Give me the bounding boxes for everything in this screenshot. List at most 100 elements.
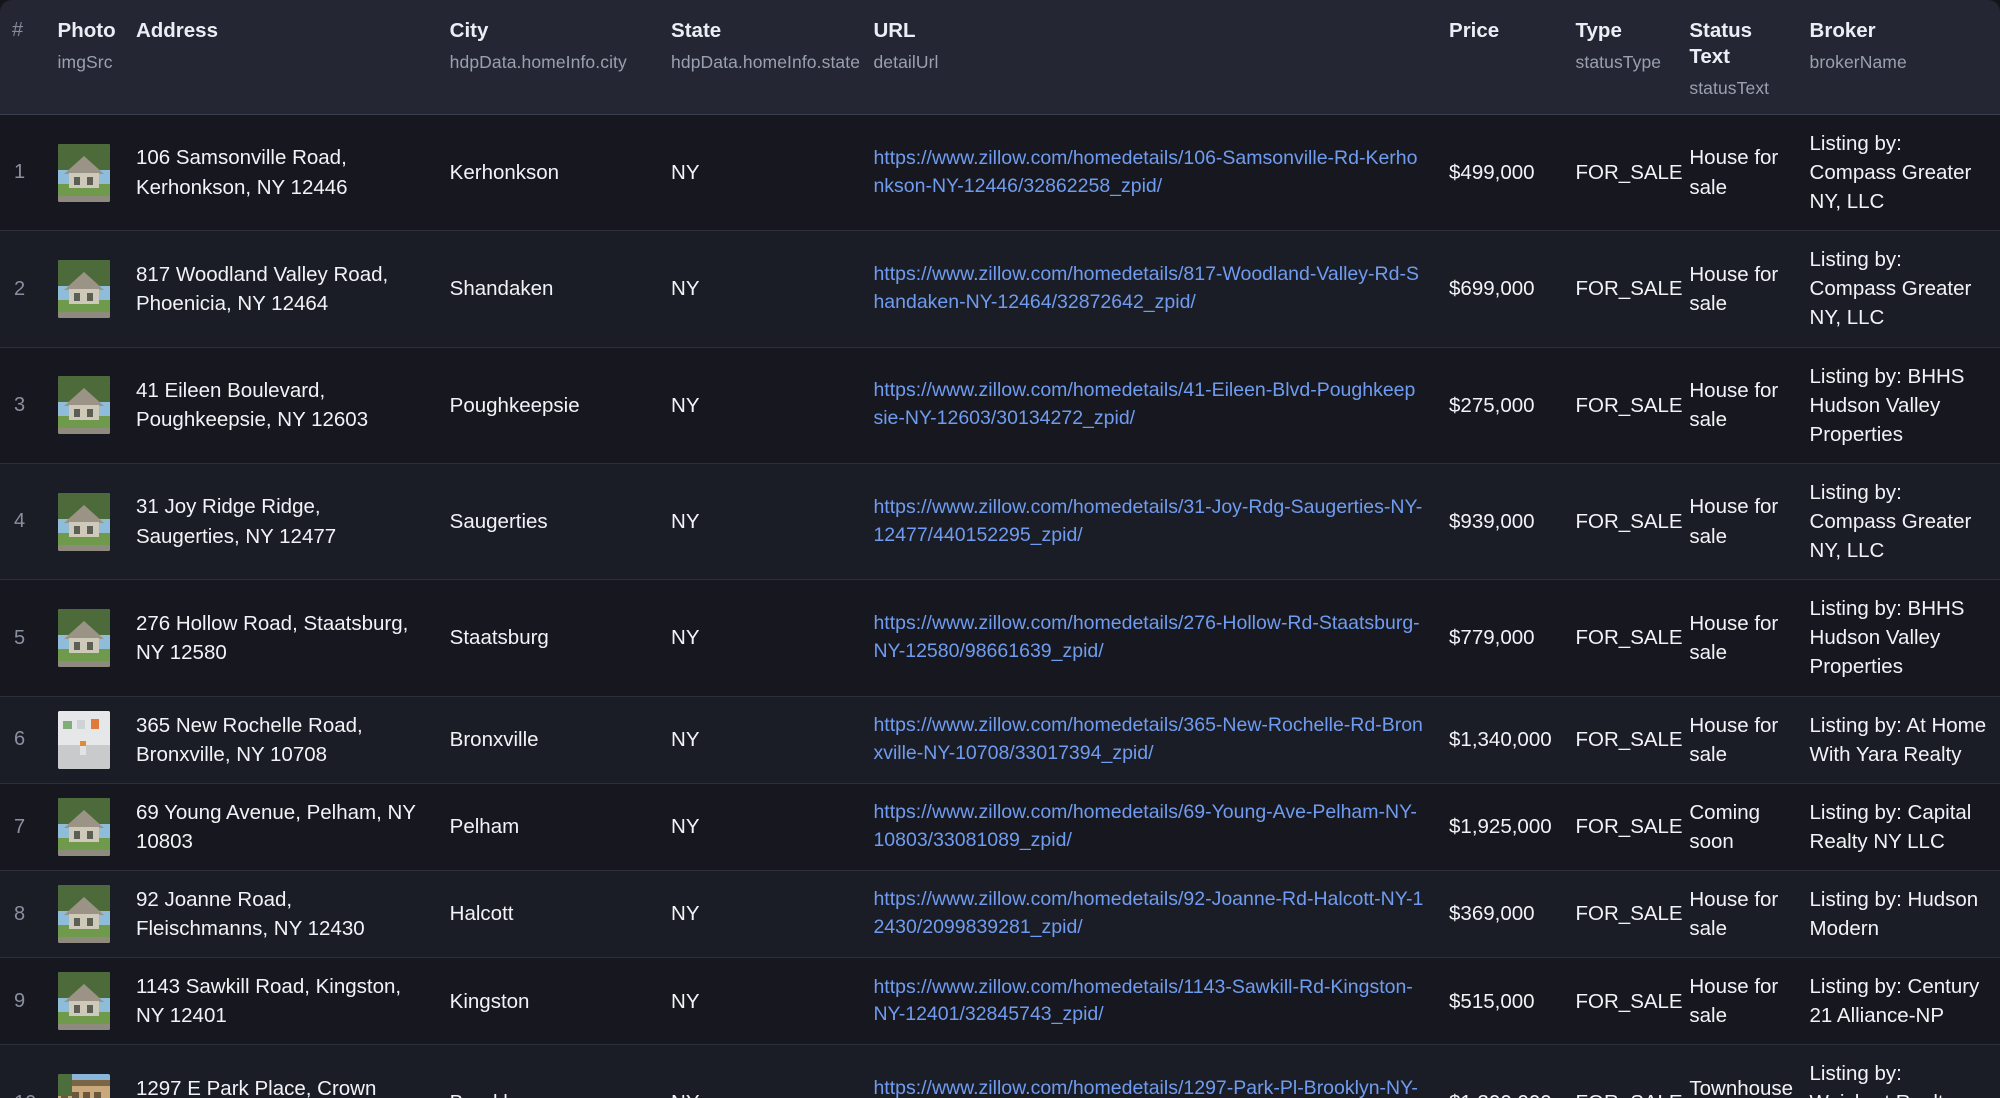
cell-price: $369,000 xyxy=(1437,870,1564,957)
interior-thumbnail xyxy=(58,711,110,769)
cell-status-text: House for sale xyxy=(1677,114,1797,230)
cell-url[interactable]: https://www.zillow.com/homedetails/106-S… xyxy=(861,114,1437,230)
cell-address: 106 Samsonville Road, Kerhonkson, NY 124… xyxy=(124,114,438,230)
cell-state: NY xyxy=(659,347,861,463)
cell-index: 1 xyxy=(0,114,46,230)
cell-status-text: Coming soon xyxy=(1677,783,1797,870)
townhouse-thumbnail xyxy=(58,1074,110,1098)
cell-address: 1297 E Park Place, Crown Heights, NY 112… xyxy=(124,1045,438,1098)
cell-url[interactable]: https://www.zillow.com/homedetails/276-H… xyxy=(861,580,1437,696)
table-row[interactable]: 3 41 Eileen Boulevard, Poughkeepsie, NY 1… xyxy=(0,347,2000,463)
table-row[interactable]: 6365 New Rochelle Road, Bronxville, NY 1… xyxy=(0,696,2000,783)
house-thumbnail xyxy=(58,144,110,202)
listings-table-page: # Photo imgSrc Address City hdpData.home… xyxy=(0,0,2000,1098)
cell-photo xyxy=(46,870,124,957)
cell-state: NY xyxy=(659,463,861,579)
cell-city: Kingston xyxy=(438,958,659,1045)
house-thumbnail xyxy=(58,493,110,551)
cell-url[interactable]: https://www.zillow.com/homedetails/41-Ei… xyxy=(861,347,1437,463)
column-header-city[interactable]: City hdpData.homeInfo.city xyxy=(438,0,659,114)
column-header-photo-sub: imgSrc xyxy=(58,51,112,73)
column-header-type-sub: statusType xyxy=(1576,51,1666,73)
table-row[interactable]: 10 1297 E Park Place, Crown Heights, NY 1… xyxy=(0,1045,2000,1098)
table-row[interactable]: 1 106 Samsonville Road, Kerhonkson, NY 12… xyxy=(0,114,2000,230)
listing-url-link[interactable]: https://www.zillow.com/homedetails/817-W… xyxy=(873,263,1419,313)
cell-url[interactable]: https://www.zillow.com/homedetails/69-Yo… xyxy=(861,783,1437,870)
cell-index: 10 xyxy=(0,1045,46,1098)
cell-city: Shandaken xyxy=(438,231,659,347)
listing-url-link[interactable]: https://www.zillow.com/homedetails/1297-… xyxy=(873,1077,1417,1098)
house-thumbnail xyxy=(58,376,110,434)
house-thumbnail xyxy=(58,972,110,1030)
column-header-type-label: Type xyxy=(1576,19,1622,42)
cell-type: FOR_SALE xyxy=(1564,958,1678,1045)
cell-status-text: House for sale xyxy=(1677,463,1797,579)
cell-index: 7 xyxy=(0,783,46,870)
cell-photo xyxy=(46,696,124,783)
listing-url-link[interactable]: https://www.zillow.com/homedetails/31-Jo… xyxy=(873,496,1422,546)
column-header-broker[interactable]: Broker brokerName xyxy=(1798,0,2000,114)
cell-type: FOR_SALE xyxy=(1564,463,1678,579)
cell-price: $939,000 xyxy=(1437,463,1564,579)
cell-photo xyxy=(46,580,124,696)
cell-status-text: House for sale xyxy=(1677,231,1797,347)
house-thumbnail xyxy=(58,798,110,856)
column-header-photo[interactable]: Photo imgSrc xyxy=(46,0,124,114)
cell-city: Poughkeepsie xyxy=(438,347,659,463)
cell-status-text: House for sale xyxy=(1677,347,1797,463)
column-header-price[interactable]: Price xyxy=(1437,0,1564,114)
house-thumbnail xyxy=(58,260,110,318)
cell-broker: Listing by: Compass Greater NY, LLC xyxy=(1798,463,2000,579)
cell-url[interactable]: https://www.zillow.com/homedetails/365-N… xyxy=(861,696,1437,783)
table-row[interactable]: 5276 Hollow Road, Staatsburg, NY 12580St… xyxy=(0,580,2000,696)
cell-url[interactable]: https://www.zillow.com/homedetails/1143-… xyxy=(861,958,1437,1045)
cell-broker: Listing by: Hudson Modern xyxy=(1798,870,2000,957)
cell-url[interactable]: https://www.zillow.com/homedetails/92-Jo… xyxy=(861,870,1437,957)
table-row[interactable]: 431 Joy Ridge Ridge, Saugerties, NY 1247… xyxy=(0,463,2000,579)
cell-photo xyxy=(46,463,124,579)
cell-index: 2 xyxy=(0,231,46,347)
listing-url-link[interactable]: https://www.zillow.com/homedetails/41-Ei… xyxy=(873,379,1415,429)
cell-price: $1,300,000 xyxy=(1437,1045,1564,1098)
cell-broker: Listing by: Capital Realty NY LLC xyxy=(1798,783,2000,870)
listing-url-link[interactable]: https://www.zillow.com/homedetails/92-Jo… xyxy=(873,888,1423,938)
cell-city: Brooklyn xyxy=(438,1045,659,1098)
column-header-type[interactable]: Type statusType xyxy=(1564,0,1678,114)
table-row[interactable]: 769 Young Avenue, Pelham, NY 10803Pelham… xyxy=(0,783,2000,870)
cell-photo xyxy=(46,231,124,347)
table-row[interactable]: 2817 Woodland Valley Road, Phoenicia, NY… xyxy=(0,231,2000,347)
cell-address: 41 Eileen Boulevard, Poughkeepsie, NY 12… xyxy=(124,347,438,463)
column-header-status-text-sub: statusText xyxy=(1689,77,1785,99)
column-header-state-sub: hdpData.homeInfo.state xyxy=(671,51,849,73)
column-header-state[interactable]: State hdpData.homeInfo.state xyxy=(659,0,861,114)
table-row[interactable]: 91143 Sawkill Road, Kingston, NY 12401Ki… xyxy=(0,958,2000,1045)
listing-url-link[interactable]: https://www.zillow.com/homedetails/1143-… xyxy=(873,976,1412,1026)
cell-price: $1,925,000 xyxy=(1437,783,1564,870)
cell-city: Saugerties xyxy=(438,463,659,579)
cell-index: 3 xyxy=(0,347,46,463)
listing-url-link[interactable]: https://www.zillow.com/homedetails/276-H… xyxy=(873,612,1419,662)
listing-url-link[interactable]: https://www.zillow.com/homedetails/365-N… xyxy=(873,714,1422,764)
cell-city: Bronxville xyxy=(438,696,659,783)
column-header-index[interactable]: # xyxy=(0,0,46,114)
table-row[interactable]: 892 Joanne Road, Fleischmanns, NY 12430H… xyxy=(0,870,2000,957)
column-header-url[interactable]: URL detailUrl xyxy=(861,0,1437,114)
cell-url[interactable]: https://www.zillow.com/homedetails/31-Jo… xyxy=(861,463,1437,579)
cell-photo xyxy=(46,114,124,230)
column-header-status-text[interactable]: Status Text statusText xyxy=(1677,0,1797,114)
cell-status-text: Townhouse for sale xyxy=(1677,1045,1797,1098)
cell-state: NY xyxy=(659,580,861,696)
cell-index: 8 xyxy=(0,870,46,957)
cell-url[interactable]: https://www.zillow.com/homedetails/1297-… xyxy=(861,1045,1437,1098)
column-header-broker-label: Broker xyxy=(1810,19,1876,42)
cell-status-text: House for sale xyxy=(1677,580,1797,696)
cell-url[interactable]: https://www.zillow.com/homedetails/817-W… xyxy=(861,231,1437,347)
cell-status-text: House for sale xyxy=(1677,696,1797,783)
cell-type: FOR_SALE xyxy=(1564,870,1678,957)
column-header-url-sub: detailUrl xyxy=(873,51,1425,73)
column-header-address[interactable]: Address xyxy=(124,0,438,114)
cell-status-text: House for sale xyxy=(1677,870,1797,957)
cell-type: FOR_SALE xyxy=(1564,580,1678,696)
listing-url-link[interactable]: https://www.zillow.com/homedetails/106-S… xyxy=(873,147,1417,197)
listing-url-link[interactable]: https://www.zillow.com/homedetails/69-Yo… xyxy=(873,801,1416,851)
